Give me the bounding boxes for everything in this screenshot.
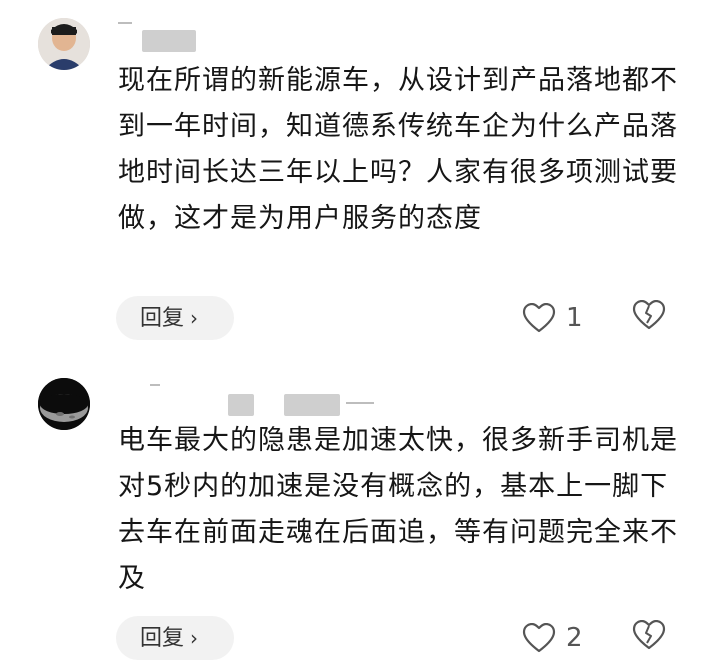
comment-item: 电车最大的隐患是加速太快，很多新手司机是对5秒内的加速是没有概念的，基本上一脚下… xyxy=(0,372,709,660)
username-redacted[interactable] xyxy=(142,30,196,52)
moon-photo-icon xyxy=(38,378,90,430)
username-mark xyxy=(118,22,132,24)
avatar[interactable] xyxy=(38,378,90,430)
like-button[interactable]: 2 xyxy=(522,618,592,658)
broken-heart-icon xyxy=(632,619,666,650)
like-count: 1 xyxy=(566,303,583,333)
username-redacted[interactable] xyxy=(284,394,340,416)
reply-label: 回复 xyxy=(140,306,185,331)
broken-heart-icon xyxy=(632,299,666,330)
heart-outline-icon xyxy=(522,303,556,333)
comment-text: 电车最大的隐患是加速太快，很多新手司机是对5秒内的加速是没有概念的，基本上一脚下… xyxy=(118,425,678,594)
comment-item: 现在所谓的新能源车，从设计到产品落地都不到一年时间，知道德系传统车企为什么产品落… xyxy=(0,0,709,360)
like-button[interactable]: 1 xyxy=(522,298,592,338)
heart-outline-icon xyxy=(522,623,556,653)
chevron-right-icon: › xyxy=(190,626,199,650)
username-redacted[interactable] xyxy=(228,394,254,416)
username-mark xyxy=(346,402,374,404)
dislike-button[interactable] xyxy=(632,619,668,656)
reply-label: 回复 xyxy=(140,626,185,651)
person-photo-icon xyxy=(38,18,90,70)
chevron-right-icon: › xyxy=(190,306,199,330)
username-mark xyxy=(150,384,160,386)
avatar[interactable] xyxy=(38,18,90,70)
like-count: 2 xyxy=(566,623,583,653)
comment-text: 现在所谓的新能源车，从设计到产品落地都不到一年时间，知道德系传统车企为什么产品落… xyxy=(118,65,678,234)
dislike-button[interactable] xyxy=(632,299,668,336)
reply-button[interactable]: 回复 › xyxy=(116,616,234,660)
reply-button[interactable]: 回复 › xyxy=(116,296,234,340)
